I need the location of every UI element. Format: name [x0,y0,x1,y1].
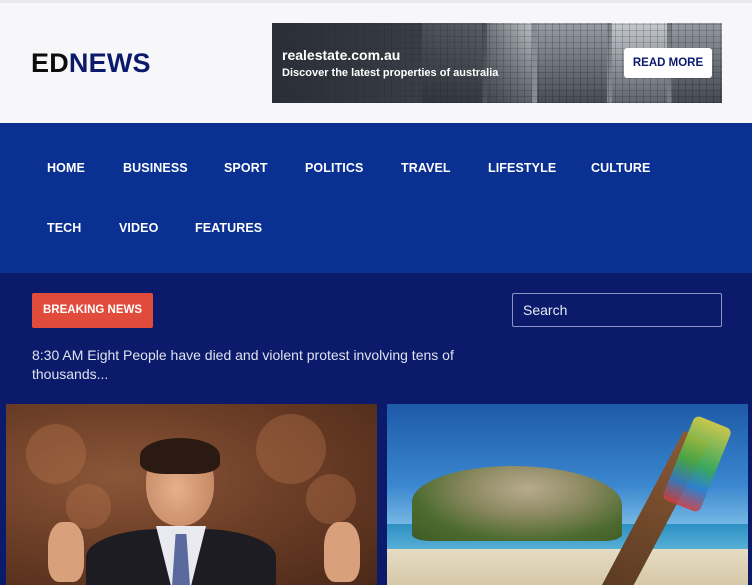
logo-part-ed: ED [31,48,69,78]
breaking-news-badge[interactable]: BREAKING NEWS [32,293,153,328]
bokeh-light [256,414,326,484]
ad-banner[interactable]: realestate.com.au Discover the latest pr… [272,23,722,103]
breaking-news-bar: BREAKING NEWS 8:30 AM Eight People have … [0,273,752,401]
person-hair [140,438,220,474]
nav-item-tech[interactable]: TECH [47,221,81,235]
news-ticker-text[interactable]: 8:30 AM Eight People have died and viole… [32,346,472,384]
ad-text-shade [272,23,532,103]
site-header: EDNEWS realestate.com.au Discover the la… [0,3,752,123]
nav-item-business[interactable]: BUSINESS [123,161,188,175]
nav-item-home[interactable]: HOME [47,161,85,175]
nav-item-features[interactable]: FEATURES [195,221,262,235]
nav-item-travel[interactable]: TRAVEL [401,161,451,175]
main-navigation: HOME BUSINESS SPORT POLITICS TRAVEL LIFE… [0,123,752,273]
logo-part-news: NEWS [68,48,151,78]
search-input[interactable] [512,293,722,327]
thumbs-up-hand [48,522,84,582]
featured-article-image-island[interactable] [387,404,748,585]
beach-sand [387,549,748,585]
bokeh-light [26,424,86,484]
bokeh-light [306,474,356,524]
nav-item-lifestyle[interactable]: LIFESTYLE [488,161,556,175]
ad-read-more-button[interactable]: READ MORE [624,48,712,78]
site-logo[interactable]: EDNEWS [31,48,151,79]
nav-item-politics[interactable]: POLITICS [305,161,363,175]
ad-tagline: Discover the latest properties of austra… [282,67,499,79]
nav-item-culture[interactable]: CULTURE [591,161,651,175]
thumbs-up-hand [324,522,360,582]
ad-site-name: realestate.com.au [282,47,401,63]
nav-item-video[interactable]: VIDEO [119,221,158,235]
featured-article-image-politician[interactable] [6,404,377,585]
nav-item-sport[interactable]: SPORT [224,161,268,175]
island-rock [412,466,622,541]
